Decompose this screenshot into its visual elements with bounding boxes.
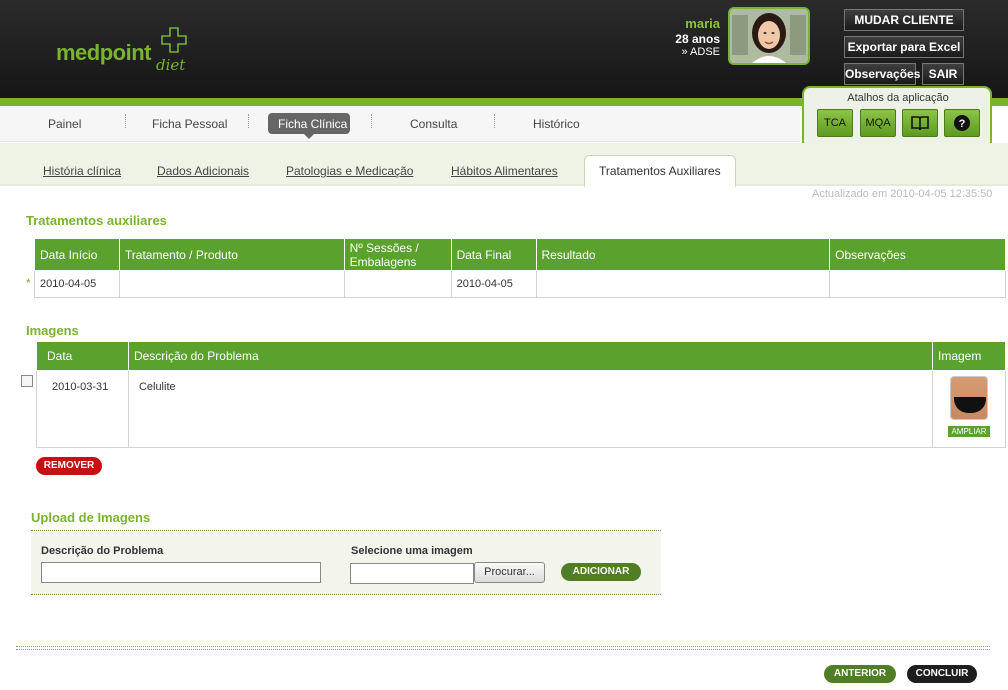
- logo-subtext: diet: [156, 56, 186, 74]
- shortcuts-title: Atalhos da aplicação: [847, 92, 949, 104]
- new-row-marker: *: [26, 276, 31, 290]
- cross-logo-icon: [161, 27, 187, 53]
- last-updated-text: Actualizado em 2010-04-05 12:35:50: [812, 188, 993, 200]
- images-table: Data Descrição do Problema Imagem 2010-0…: [36, 341, 1006, 448]
- footer-divider: [16, 646, 990, 650]
- column-header: Tratamento / Produto: [118, 238, 345, 271]
- table-row[interactable]: 2010-04-05 2010-04-05: [34, 270, 1006, 298]
- column-header: Imagem: [932, 341, 1006, 371]
- treatments-table: Data Início Tratamento / Produto Nº Sess…: [34, 238, 1006, 298]
- description-input[interactable]: [41, 562, 321, 583]
- previous-button[interactable]: ANTERIOR: [824, 665, 896, 683]
- column-header: Nº Sessões / Embalagens: [343, 238, 452, 271]
- column-header: Descrição do Problema: [127, 341, 934, 371]
- nav-separator: [494, 114, 495, 128]
- nav-item-consulta[interactable]: Consulta: [410, 117, 457, 131]
- column-header: Data Final: [450, 238, 537, 271]
- result-cell[interactable]: [535, 270, 831, 298]
- thumbnail-detail: [954, 397, 986, 413]
- nav-separator: [125, 114, 126, 128]
- observations-cell[interactable]: [829, 270, 1006, 298]
- treatments-title: Tratamentos auxiliares: [26, 213, 167, 228]
- tab-habitos-alimentares[interactable]: Hábitos Alimentares: [451, 164, 558, 178]
- book-button[interactable]: [902, 109, 938, 137]
- image-row-checkbox[interactable]: [21, 375, 33, 387]
- table-header-row: Data Descrição do Problema Imagem: [36, 341, 1006, 371]
- file-label: Selecione uma imagem: [351, 545, 473, 557]
- tab-historia-clinica[interactable]: História clínica: [43, 164, 121, 178]
- help-button[interactable]: ?: [944, 109, 980, 137]
- nav-item-ficha-pessoal[interactable]: Ficha Pessoal: [152, 117, 227, 131]
- nav-item-ficha-clinica[interactable]: Ficha Clínica: [278, 117, 347, 131]
- tab-dados-adicionais[interactable]: Dados Adicionais: [157, 164, 249, 178]
- images-title: Imagens: [26, 323, 79, 338]
- nav-item-historico[interactable]: Histórico: [533, 117, 580, 131]
- nav-separator: [248, 114, 249, 128]
- description-label: Descrição do Problema: [41, 545, 164, 557]
- image-thumbnail-cell: AMPLIAR: [932, 370, 1006, 448]
- patient-age: 28 anos: [675, 32, 720, 46]
- upload-title: Upload de Imagens: [31, 510, 151, 525]
- logo-text: medpoint: [56, 40, 152, 65]
- svg-text:?: ?: [959, 118, 966, 130]
- tab-tratamentos-auxiliares[interactable]: Tratamentos Auxiliares: [599, 164, 721, 178]
- remove-button[interactable]: REMOVER: [36, 457, 102, 475]
- observations-button[interactable]: Observações: [844, 63, 920, 85]
- main-nav: [0, 106, 800, 142]
- sessions-cell[interactable]: [343, 270, 452, 298]
- table-row[interactable]: 2010-03-31 Celulite AMPLIAR: [36, 370, 1006, 448]
- start-date-cell[interactable]: 2010-04-05: [34, 270, 120, 298]
- add-image-button[interactable]: ADICIONAR: [561, 563, 641, 581]
- mqa-button[interactable]: MQA: [860, 109, 896, 137]
- patient-name: maria: [685, 16, 720, 31]
- image-thumbnail[interactable]: [950, 376, 988, 420]
- image-description-cell: Celulite: [127, 370, 934, 448]
- change-client-button[interactable]: MUDAR CLIENTE: [844, 9, 964, 31]
- nav-separator: [371, 114, 372, 128]
- patient-info: maria 28 anos » ADSE: [640, 16, 720, 58]
- help-icon: ?: [954, 115, 970, 131]
- tab-patologias-medicacao[interactable]: Patologias e Medicação: [286, 164, 413, 178]
- patient-insurer: » ADSE: [681, 46, 720, 58]
- nav-item-painel[interactable]: Painel: [48, 117, 81, 131]
- column-header: Observações: [829, 238, 1006, 271]
- book-icon: [911, 116, 929, 131]
- nav-active-arrow: [303, 133, 315, 139]
- column-header: Resultado: [535, 238, 831, 271]
- browse-button[interactable]: Procurar...: [474, 562, 545, 583]
- column-header: Data Início: [34, 238, 120, 271]
- image-date-cell: 2010-03-31: [36, 370, 129, 448]
- column-header: Data: [36, 341, 129, 371]
- zoom-button[interactable]: AMPLIAR: [948, 426, 990, 437]
- table-header-row: Data Início Tratamento / Produto Nº Sess…: [34, 238, 1006, 271]
- medpoint-logo: medpoint diet: [56, 26, 216, 76]
- finish-button[interactable]: CONCLUIR: [907, 665, 977, 683]
- treatment-cell[interactable]: [118, 270, 345, 298]
- export-excel-button[interactable]: Exportar para Excel: [844, 36, 964, 58]
- tca-button[interactable]: TCA: [817, 109, 853, 137]
- avatar-illustration: [730, 9, 808, 63]
- end-date-cell[interactable]: 2010-04-05: [450, 270, 537, 298]
- patient-avatar: [728, 7, 810, 65]
- exit-button[interactable]: SAIR: [922, 63, 964, 85]
- file-path-input[interactable]: [350, 563, 474, 584]
